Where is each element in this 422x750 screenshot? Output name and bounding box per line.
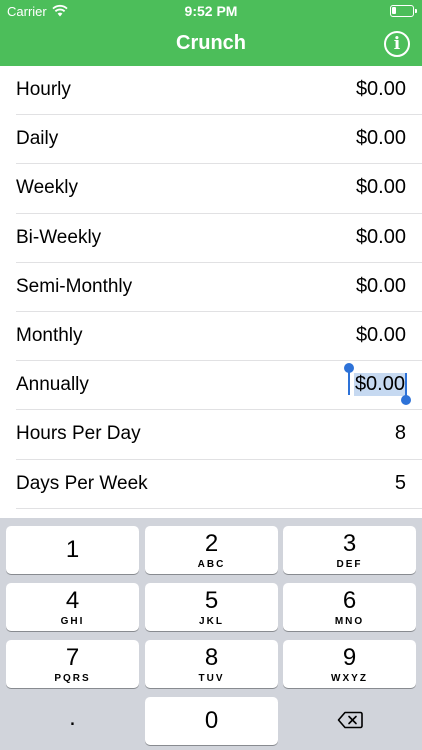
hours-per-day-field[interactable]: 8 — [395, 422, 406, 445]
key-digit: 7 — [65, 644, 80, 671]
key-digit: 2 — [204, 530, 219, 557]
key-letters: DEF — [336, 559, 363, 570]
row-days-per-week[interactable]: Days Per Week 5 — [0, 460, 422, 509]
daily-value-field[interactable]: $0.00 — [356, 127, 406, 150]
row-hourly[interactable]: Hourly $0.00 — [0, 66, 422, 116]
battery-low-icon — [390, 5, 417, 17]
row-label: Bi-Weekly — [16, 226, 102, 248]
navigation-bar: Crunch i — [0, 22, 422, 66]
key-8[interactable]: 8 TUV — [145, 640, 278, 688]
row-hours-per-day[interactable]: Hours Per Day 8 — [0, 410, 422, 460]
key-2[interactable]: 2 ABC — [145, 526, 278, 574]
row-label: Weekly — [16, 177, 78, 199]
key-letters: WXYZ — [331, 673, 368, 684]
key-letters: MNO — [334, 616, 365, 627]
key-digit: 4 — [65, 587, 80, 614]
row-monthly[interactable]: Monthly $0.00 — [0, 312, 422, 362]
key-1[interactable]: 1 — [6, 526, 139, 574]
key-letters: PQRS — [54, 673, 91, 684]
key-digit: 5 — [204, 587, 219, 614]
row-annually[interactable]: Annually $0.00 — [0, 361, 422, 411]
semi-monthly-value-field[interactable]: $0.00 — [356, 275, 406, 298]
row-label: Semi-Monthly — [16, 275, 133, 297]
monthly-value-field[interactable]: $0.00 — [356, 324, 406, 347]
row-label: Hourly — [16, 79, 71, 100]
row-bi-weekly[interactable]: Bi-Weekly $0.00 — [0, 214, 422, 263]
status-bar: Carrier 9:52 PM — [0, 0, 422, 22]
key-digit: 3 — [342, 530, 357, 557]
weekly-value-field[interactable]: $0.00 — [356, 176, 406, 199]
key-delete[interactable] — [283, 697, 416, 745]
key-digit: 9 — [342, 644, 357, 671]
selection-start-handle[interactable] — [344, 363, 354, 396]
numeric-keypad: 1 2 ABC 3 DEF 4 GHI 5 JKL 6 MNO 7 PQRS 8… — [0, 518, 422, 750]
key-letters: GHI — [60, 616, 85, 627]
row-label: Daily — [16, 128, 59, 150]
selection-end-handle[interactable] — [401, 373, 411, 406]
row-weekly[interactable]: Weekly $0.00 — [0, 164, 422, 214]
key-7[interactable]: 7 PQRS — [6, 640, 139, 688]
key-digit: 8 — [204, 644, 219, 671]
row-label: Monthly — [16, 324, 83, 346]
key-digit: . — [69, 704, 76, 731]
key-9[interactable]: 9 WXYZ — [283, 640, 416, 688]
days-per-week-field[interactable]: 5 — [395, 472, 406, 495]
hourly-value-field[interactable]: $0.00 — [356, 78, 406, 101]
row-semi-monthly[interactable]: Semi-Monthly $0.00 — [0, 263, 422, 313]
annually-value-field[interactable]: $0.00 — [353, 373, 406, 397]
row-label: Annually — [16, 374, 89, 396]
key-0[interactable]: 0 — [145, 697, 278, 745]
key-6[interactable]: 6 MNO — [283, 583, 416, 631]
key-digit: 0 — [204, 707, 219, 734]
key-digit: 1 — [65, 536, 80, 563]
clock: 9:52 PM — [184, 3, 238, 19]
key-letters: ABC — [197, 559, 226, 570]
backspace-icon — [337, 711, 363, 729]
pay-period-list: Hourly $0.00 Daily $0.00 Weekly $0.00 Bi… — [0, 66, 422, 509]
key-letters: JKL — [199, 616, 224, 627]
key-5[interactable]: 5 JKL — [145, 583, 278, 631]
key-letters: TUV — [198, 673, 225, 684]
key-decimal[interactable]: . — [6, 697, 139, 745]
row-daily[interactable]: Daily $0.00 — [0, 115, 422, 165]
row-label: Hours Per Day — [16, 423, 141, 445]
row-label: Days Per Week — [16, 472, 148, 494]
key-4[interactable]: 4 GHI — [6, 583, 139, 631]
key-digit: 6 — [342, 587, 357, 614]
key-3[interactable]: 3 DEF — [283, 526, 416, 574]
bi-weekly-value-field[interactable]: $0.00 — [356, 226, 406, 249]
page-title: Crunch — [176, 32, 246, 54]
info-icon[interactable]: i — [384, 31, 410, 57]
